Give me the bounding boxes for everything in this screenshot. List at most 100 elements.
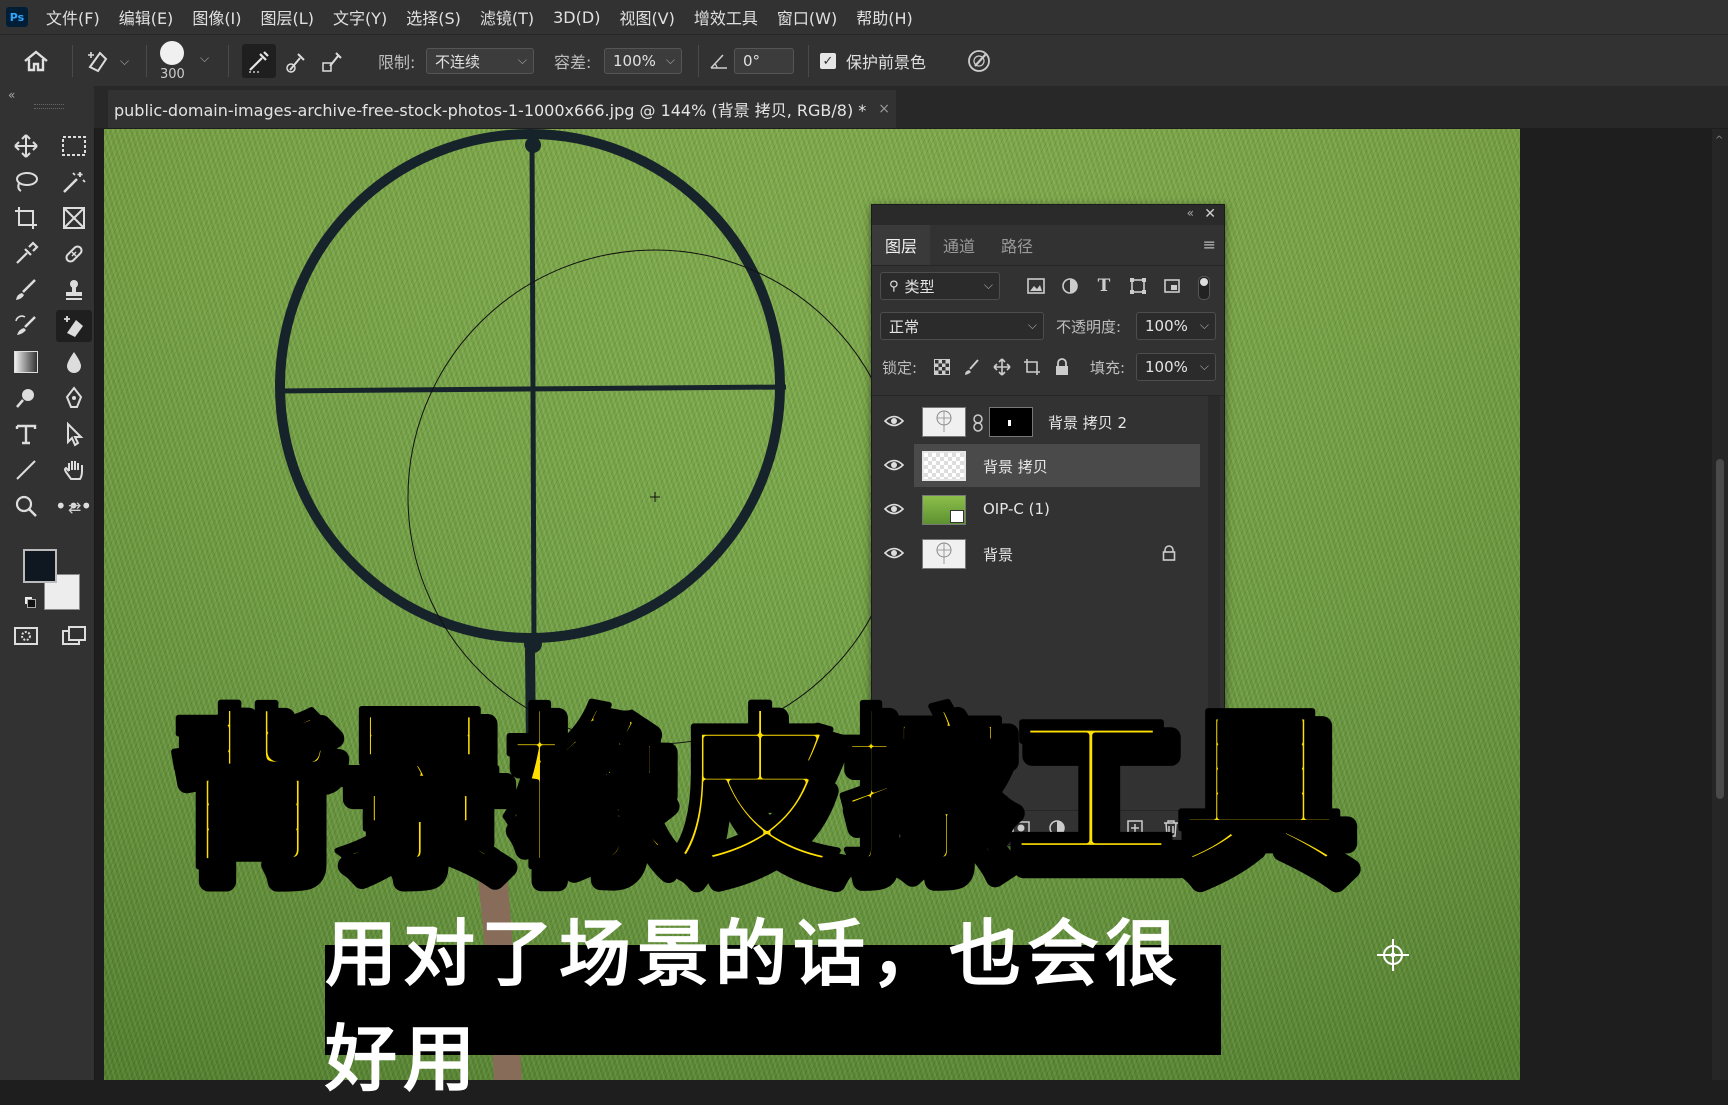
menu-window[interactable]: 窗口(W) — [777, 5, 837, 29]
menu-select[interactable]: 选择(S) — [406, 5, 461, 29]
layer-row[interactable]: 背景 拷贝 2 — [872, 400, 1200, 444]
tab-channels[interactable]: 通道 — [930, 225, 988, 265]
gradient-tool-button[interactable] — [8, 346, 44, 378]
menu-filter[interactable]: 滤镜(T) — [480, 5, 534, 29]
dodge-tool-button[interactable] — [8, 382, 44, 414]
angle-input[interactable]: 0° — [734, 48, 794, 74]
close-icon[interactable]: × — [878, 101, 890, 117]
layer-thumbnail[interactable] — [922, 539, 966, 569]
default-colors-icon[interactable] — [24, 596, 36, 608]
quick-mask-button[interactable] — [8, 620, 44, 652]
background-eraser-tool-button[interactable] — [56, 310, 92, 342]
healing-brush-tool-button[interactable] — [56, 238, 92, 270]
close-icon[interactable]: ✕ — [1204, 206, 1216, 222]
lock-image-icon[interactable] — [962, 357, 982, 377]
sampling-swatch-button[interactable] — [320, 35, 346, 87]
fill-input[interactable]: 100% ⌵ — [1136, 353, 1216, 381]
eye-icon[interactable] — [884, 458, 904, 472]
menu-view[interactable]: 视图(V) — [619, 5, 674, 29]
tool-preset-picker[interactable]: ⌵ — [84, 35, 129, 87]
chevron-down-icon[interactable]: ⌵ — [200, 51, 209, 66]
move-tool-button[interactable] — [8, 130, 44, 162]
menu-type[interactable]: 文字(Y) — [333, 5, 387, 29]
lock-all-icon[interactable] — [1052, 357, 1072, 377]
filter-shape-icon[interactable] — [1128, 276, 1148, 296]
menu-plugins[interactable]: 增效工具 — [694, 5, 758, 29]
layer-thumbnail[interactable] — [922, 407, 966, 437]
frame-tool-button[interactable] — [56, 202, 92, 234]
eye-icon[interactable] — [884, 502, 904, 516]
blend-mode-select[interactable]: 正常 ⌵ — [880, 312, 1044, 340]
tab-paths[interactable]: 路径 — [988, 225, 1046, 265]
menu-help[interactable]: 帮助(H) — [856, 5, 913, 29]
layer-row-selected[interactable]: 背景 拷贝 — [872, 444, 1200, 488]
menu-file[interactable]: 文件(F) — [46, 5, 100, 29]
link-icon[interactable] — [972, 414, 984, 432]
marquee-tool-button[interactable] — [56, 130, 92, 162]
filter-smart-object-icon[interactable] — [1162, 276, 1182, 296]
tolerance-label: 容差: — [554, 53, 592, 72]
pen-tool-button[interactable] — [56, 382, 92, 414]
layer-row[interactable]: OIP-C (1) — [872, 488, 1200, 532]
opacity-input[interactable]: 100% ⌵ — [1136, 312, 1216, 340]
path-selection-tool-button[interactable] — [56, 418, 92, 450]
line-tool-button[interactable] — [8, 454, 44, 486]
lock-position-icon[interactable] — [992, 357, 1012, 377]
layer-name[interactable]: 背景 拷贝 2 — [1048, 412, 1127, 433]
foreground-color-swatch[interactable] — [23, 549, 57, 583]
menu-layer[interactable]: 图层(L) — [261, 5, 314, 29]
zoom-tool-button[interactable] — [8, 490, 44, 522]
swap-colors-icon[interactable]: ⇄ — [68, 498, 81, 517]
panel-header[interactable]: « ✕ — [872, 205, 1224, 225]
pressure-size-button[interactable] — [966, 35, 992, 87]
magic-wand-tool-button[interactable] — [56, 166, 92, 198]
panel-menu-icon[interactable]: ≡ — [1203, 235, 1216, 254]
blur-tool-button[interactable] — [56, 346, 92, 378]
tab-layers[interactable]: 图层 — [872, 225, 931, 265]
filter-kind-select[interactable]: ⚲ 类型 ⌵ — [880, 272, 1000, 300]
magnifier-icon — [15, 495, 37, 517]
layer-thumbnail[interactable] — [922, 451, 966, 481]
scroll-up-icon[interactable]: ^ — [1715, 135, 1723, 146]
type-tool-button[interactable] — [8, 418, 44, 450]
layer-mask-thumbnail[interactable] — [989, 407, 1033, 437]
layer-name[interactable]: 背景 拷贝 — [983, 456, 1048, 477]
layer-thumbnail[interactable] — [922, 495, 966, 525]
brush-tool-button[interactable] — [8, 274, 44, 306]
eye-icon[interactable] — [884, 414, 904, 428]
clone-stamp-tool-button[interactable] — [56, 274, 92, 306]
toolbar-grip[interactable] — [34, 104, 64, 109]
collapse-panel-icon[interactable]: « — [1187, 206, 1194, 220]
collapse-panel-icon[interactable]: « — [8, 88, 15, 102]
screen-mode-button[interactable] — [56, 620, 92, 652]
crop-tool-button[interactable] — [8, 202, 44, 234]
protect-foreground-checkbox[interactable]: ✓ 保护前景色 — [820, 35, 926, 87]
menu-image[interactable]: 图像(I) — [192, 5, 241, 29]
lock-transparent-icon[interactable] — [932, 357, 952, 377]
vertical-scrollbar[interactable]: ^ — [1712, 129, 1728, 1080]
photoshop-logo[interactable]: Ps — [6, 7, 28, 27]
layer-name[interactable]: 背景 — [983, 544, 1013, 565]
menu-edit[interactable]: 编辑(E) — [119, 5, 174, 29]
layer-name[interactable]: OIP-C (1) — [983, 500, 1050, 518]
filter-adjustment-icon[interactable] — [1060, 276, 1080, 296]
layer-row[interactable]: 背景 — [872, 532, 1200, 576]
eye-icon[interactable] — [884, 546, 904, 560]
document-tab[interactable]: public-domain-images-archive-free-stock-… — [108, 90, 897, 128]
limit-value: 不连续 — [435, 52, 481, 71]
filter-type-icon[interactable]: T — [1094, 276, 1114, 296]
lock-artboard-icon[interactable] — [1022, 357, 1042, 377]
limit-select[interactable]: 不连续 ⌵ — [426, 48, 534, 74]
menu-3d[interactable]: 3D(D) — [553, 8, 600, 27]
lasso-tool-button[interactable] — [8, 166, 44, 198]
home-button[interactable] — [22, 35, 50, 87]
filter-toggle[interactable] — [1198, 276, 1210, 300]
sampling-once-button[interactable] — [284, 35, 310, 87]
tolerance-input[interactable]: 100% ⌵ — [604, 48, 682, 74]
hand-tool-button[interactable] — [56, 454, 92, 486]
history-brush-tool-button[interactable] — [8, 310, 44, 342]
eyedropper-tool-button[interactable] — [8, 238, 44, 270]
brush-size-picker[interactable]: 300 — [160, 35, 185, 87]
filter-pixel-icon[interactable] — [1026, 276, 1046, 296]
sampling-continuous-button[interactable] — [242, 35, 276, 87]
